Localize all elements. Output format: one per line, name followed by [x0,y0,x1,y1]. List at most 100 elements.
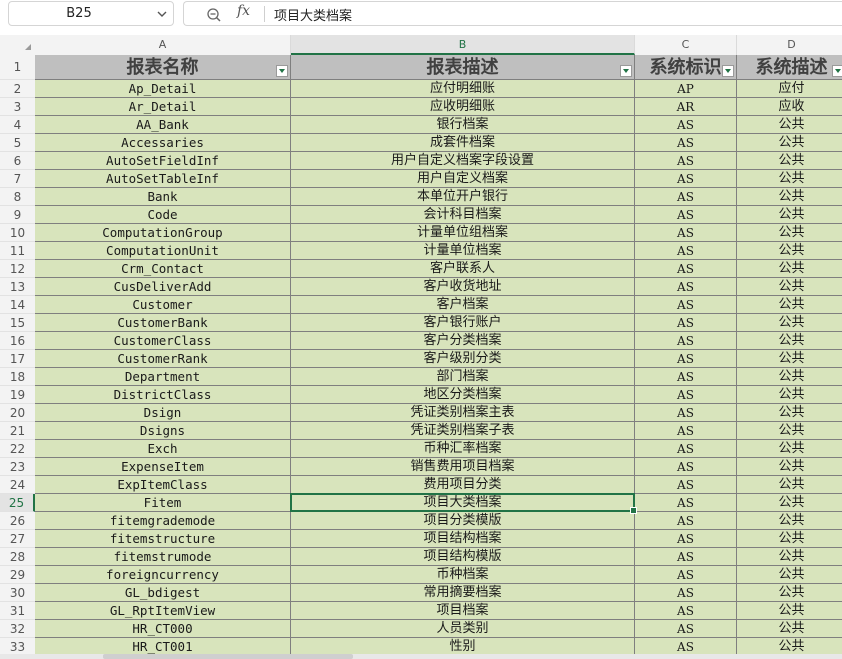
table-cell[interactable]: 客户级别分类 [291,350,635,368]
table-cell[interactable]: AS [635,242,737,260]
row-header-18[interactable]: 18 [0,368,35,386]
table-cell[interactable]: Exch [35,440,291,458]
table-cell[interactable]: Ap_Detail [35,80,291,98]
table-cell[interactable]: 公共 [737,224,842,242]
table-cell[interactable]: 凭证类别档案子表 [291,422,635,440]
table-cell[interactable]: Crm_Contact [35,260,291,278]
table-cell[interactable]: 本单位开户银行 [291,188,635,206]
row-header-20[interactable]: 20 [0,404,35,422]
table-cell[interactable]: Ar_Detail [35,98,291,116]
table-cell[interactable]: Accessaries [35,134,291,152]
table-cell[interactable]: ComputationGroup [35,224,291,242]
table-cell[interactable]: 项目分类模版 [291,512,635,530]
table-cell[interactable]: 公共 [737,296,842,314]
table-cell[interactable]: 公共 [737,620,842,638]
column-header-d[interactable]: D [737,35,842,55]
table-cell[interactable]: 公共 [737,206,842,224]
fx-icon[interactable]: fx [237,3,250,19]
table-cell[interactable]: AS [635,386,737,404]
table-cell[interactable]: 币种汇率档案 [291,440,635,458]
table-cell[interactable]: AS [635,206,737,224]
row-header-14[interactable]: 14 [0,296,35,314]
table-cell[interactable]: 公共 [737,476,842,494]
table-cell[interactable]: 应付明细账 [291,80,635,98]
table-cell[interactable]: 销售费用项目档案 [291,458,635,476]
scroll-thumb[interactable] [103,654,353,659]
table-cell[interactable]: 公共 [737,314,842,332]
table-cell[interactable]: 应付 [737,80,842,98]
table-cell[interactable]: 成套件档案 [291,134,635,152]
table-cell[interactable]: 项目大类档案 [291,494,635,512]
table-cell[interactable]: foreigncurrency [35,566,291,584]
table-cell[interactable]: Fitem [35,494,291,512]
table-cell[interactable]: ExpItemClass [35,476,291,494]
table-cell[interactable]: 公共 [737,170,842,188]
table-cell[interactable]: 客户银行账户 [291,314,635,332]
row-header-9[interactable]: 9 [0,206,35,224]
table-cell[interactable]: DistrictClass [35,386,291,404]
table-cell[interactable]: AS [635,134,737,152]
filter-dropdown-icon[interactable] [276,65,288,77]
table-cell[interactable]: 公共 [737,152,842,170]
table-cell[interactable]: AS [635,620,737,638]
row-header-15[interactable]: 15 [0,314,35,332]
table-cell[interactable]: AS [635,440,737,458]
row-header-27[interactable]: 27 [0,530,35,548]
table-cell[interactable]: 公共 [737,368,842,386]
column-header-c[interactable]: C [635,35,737,55]
row-header-3[interactable]: 3 [0,98,35,116]
table-cell[interactable]: HR_CT000 [35,620,291,638]
column-header-a[interactable]: A [35,35,291,55]
filter-dropdown-icon[interactable] [832,65,842,77]
table-cell[interactable]: AS [635,476,737,494]
table-cell[interactable]: AS [635,278,737,296]
table-cell[interactable]: 地区分类档案 [291,386,635,404]
table-cell[interactable]: Bank [35,188,291,206]
row-header-21[interactable]: 21 [0,422,35,440]
table-cell[interactable]: ExpenseItem [35,458,291,476]
table-cell[interactable]: 客户档案 [291,296,635,314]
row-header-11[interactable]: 11 [0,242,35,260]
table-cell[interactable]: 部门档案 [291,368,635,386]
table-cell[interactable]: AS [635,512,737,530]
row-header-12[interactable]: 12 [0,260,35,278]
table-cell[interactable]: 公共 [737,422,842,440]
row-header-31[interactable]: 31 [0,602,35,620]
row-header-19[interactable]: 19 [0,386,35,404]
row-header-1[interactable]: 1 [0,55,35,80]
table-cell[interactable]: 公共 [737,116,842,134]
table-cell[interactable]: AS [635,260,737,278]
row-header-5[interactable]: 5 [0,134,35,152]
select-all-corner[interactable] [0,35,35,55]
table-cell[interactable]: 凭证类别档案主表 [291,404,635,422]
table-cell[interactable]: CusDeliverAdd [35,278,291,296]
table-cell[interactable]: 人员类别 [291,620,635,638]
header-cell-d[interactable]: 系统描述 [737,55,842,80]
table-cell[interactable]: Customer [35,296,291,314]
row-header-8[interactable]: 8 [0,188,35,206]
table-cell[interactable]: 客户分类档案 [291,332,635,350]
table-cell[interactable]: fitemstrumode [35,548,291,566]
table-cell[interactable]: 公共 [737,242,842,260]
table-cell[interactable]: GL_RptItemView [35,602,291,620]
table-cell[interactable]: AS [635,152,737,170]
name-box[interactable]: B25 [8,1,174,26]
table-cell[interactable]: 费用项目分类 [291,476,635,494]
header-cell-b[interactable]: 报表描述 [291,55,635,80]
filter-dropdown-icon[interactable] [620,65,632,77]
column-header-b[interactable]: B [291,35,635,55]
row-header-6[interactable]: 6 [0,152,35,170]
table-cell[interactable]: ComputationUnit [35,242,291,260]
table-cell[interactable]: 公共 [737,188,842,206]
table-cell[interactable]: CustomerClass [35,332,291,350]
chevron-down-icon[interactable] [157,9,167,19]
table-cell[interactable]: 公共 [737,386,842,404]
table-cell[interactable]: CustomerRank [35,350,291,368]
table-cell[interactable]: Department [35,368,291,386]
row-header-22[interactable]: 22 [0,440,35,458]
table-cell[interactable]: 计量单位组档案 [291,224,635,242]
table-cell[interactable]: 会计科目档案 [291,206,635,224]
table-cell[interactable]: AutoSetFieldInf [35,152,291,170]
table-cell[interactable]: 项目档案 [291,602,635,620]
table-cell[interactable]: CustomerBank [35,314,291,332]
